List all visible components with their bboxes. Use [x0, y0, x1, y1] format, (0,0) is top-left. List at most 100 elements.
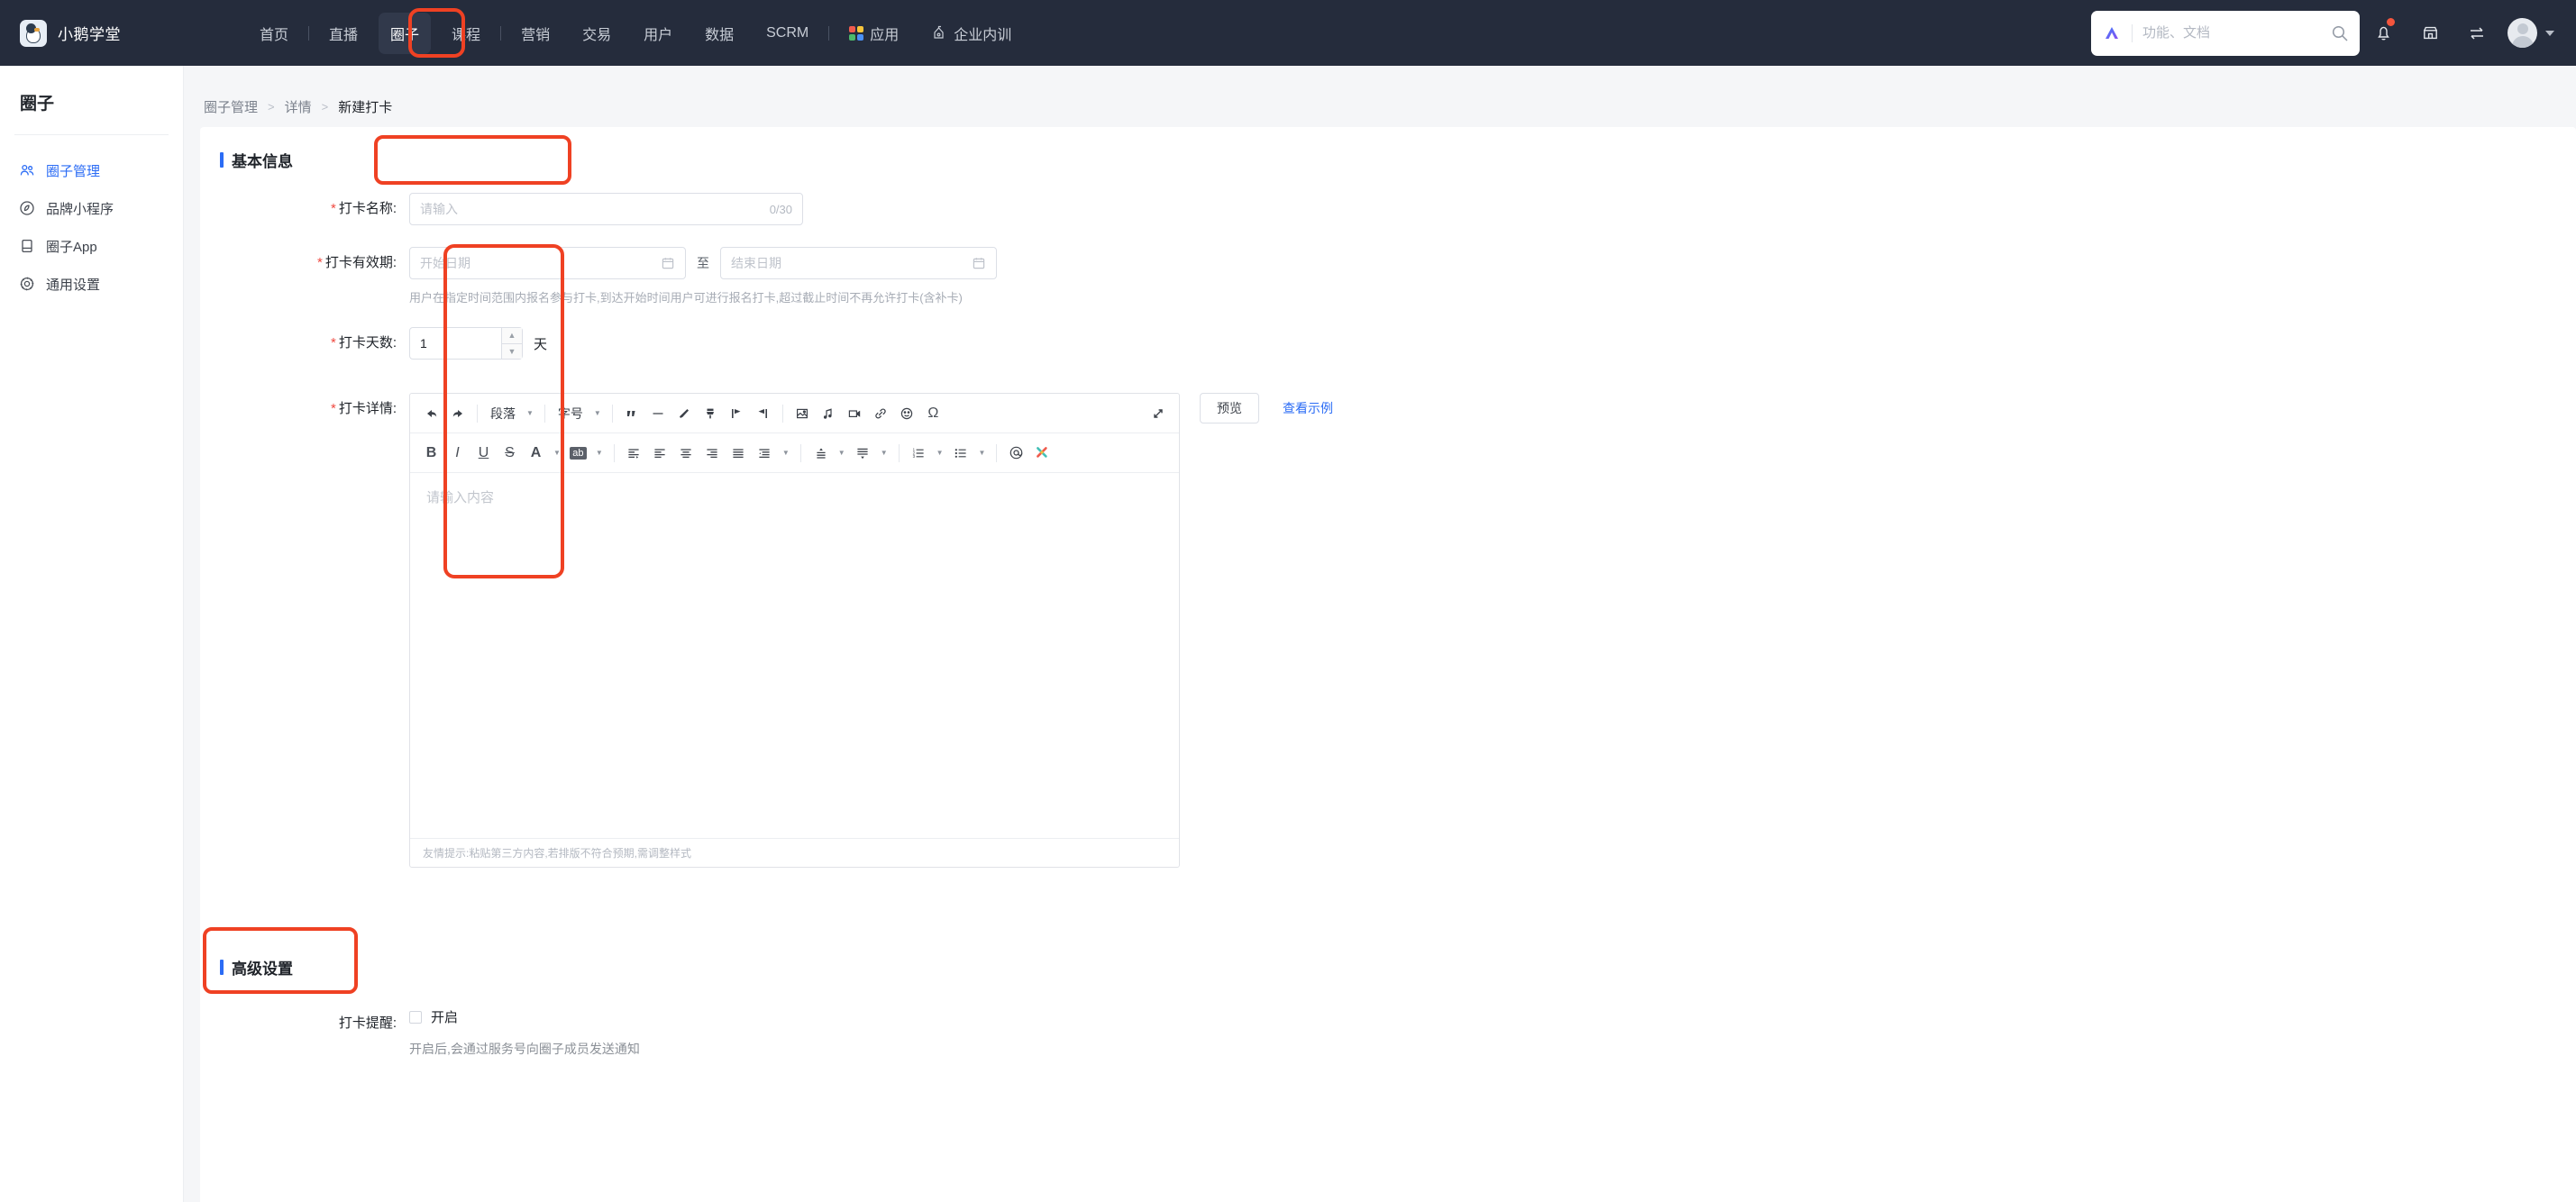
global-search-box[interactable] [2091, 10, 2360, 56]
nav-item-circle[interactable]: 圈子 [379, 12, 432, 54]
nav-item-data[interactable]: 数据 [689, 0, 750, 66]
nav-item-enterprise-training[interactable]: 企业内训 [915, 0, 1028, 66]
sidebar-item-circle-app[interactable]: 圈子App [0, 227, 183, 265]
editor-toolbar-row-2: B I U S A ▼ ab ▼ ▼ ▼ ▼ 1 2 3 ▼ ▼ [410, 433, 1179, 473]
fullscreen-icon[interactable] [1146, 401, 1170, 426]
chevron-down-icon[interactable]: ▼ [838, 449, 845, 457]
insert-before-icon[interactable] [725, 401, 749, 426]
nav-item-user[interactable]: 用户 [627, 0, 689, 66]
shop-button[interactable] [2407, 0, 2453, 66]
end-date-input-wrapper[interactable] [720, 247, 997, 279]
strikethrough-icon[interactable]: S [498, 441, 522, 466]
chevron-down-icon[interactable]: ▼ [553, 449, 561, 457]
reminder-checkbox[interactable] [409, 1010, 422, 1024]
underline-icon[interactable]: U [471, 441, 496, 466]
nav-item-apps[interactable]: 应用 [833, 0, 915, 66]
nav-item-scrm[interactable]: SCRM [750, 0, 825, 66]
chevron-down-icon[interactable]: ▼ [782, 449, 790, 457]
editor-content-area[interactable]: 请输入内容 [410, 473, 1179, 838]
nav-item-transaction[interactable]: 交易 [566, 0, 627, 66]
paragraph-style-dropdown[interactable]: 段落 [485, 401, 521, 426]
start-date-input[interactable] [420, 256, 661, 270]
nav-right-area [2091, 0, 2576, 66]
clear-format-icon[interactable] [1030, 441, 1055, 466]
emoji-icon[interactable] [895, 401, 919, 426]
checkin-name-input[interactable] [420, 202, 763, 216]
chevron-down-icon[interactable]: ▼ [936, 449, 944, 457]
insert-after-icon[interactable] [751, 401, 775, 426]
ordered-list-icon[interactable]: 123 [907, 441, 931, 466]
reminder-checkbox-row[interactable]: 开启 [409, 1007, 2576, 1026]
reminder-checkbox-label[interactable]: 开启 [431, 1007, 458, 1026]
checkin-days-input[interactable] [410, 336, 497, 351]
nav-item-course[interactable]: 课程 [435, 0, 497, 66]
indent-icon[interactable] [622, 441, 646, 466]
sidebar-item-circle-management[interactable]: 圈子管理 [0, 151, 183, 189]
calendar-icon[interactable] [661, 256, 675, 270]
align-left-icon[interactable] [648, 441, 672, 466]
breadcrumb-item-detail[interactable]: 详情 [285, 97, 312, 116]
indent-options-icon[interactable] [753, 441, 777, 466]
field-row-checkin-period: *打卡有效期: 至 [200, 247, 2576, 307]
eraser-icon[interactable] [672, 401, 697, 426]
search-input[interactable] [2142, 25, 2331, 41]
bold-icon[interactable]: B [419, 441, 443, 466]
redo-icon[interactable] [445, 401, 470, 426]
nav-item-marketing[interactable]: 营销 [505, 0, 566, 66]
font-size-dropdown[interactable]: 字号 [553, 401, 589, 426]
format-painter-icon[interactable] [699, 401, 723, 426]
chevron-down-icon[interactable]: ▼ [979, 449, 986, 457]
image-icon[interactable] [790, 401, 815, 426]
preview-button[interactable]: 预览 [1200, 393, 1259, 423]
nav-item-live[interactable]: 直播 [313, 0, 374, 66]
special-character-icon[interactable]: Ω [921, 401, 945, 426]
chevron-down-icon[interactable]: ▼ [881, 449, 888, 457]
label-checkin-detail: * 打卡详情: [330, 401, 397, 416]
end-date-input[interactable] [731, 256, 972, 270]
notifications-button[interactable] [2360, 0, 2407, 66]
stepper-decrement-button[interactable]: ▼ [502, 344, 522, 360]
link-icon[interactable] [869, 401, 893, 426]
toolbar-separator [613, 443, 615, 462]
italic-icon[interactable]: I [445, 441, 470, 466]
background-color-icon[interactable]: ab [566, 441, 590, 466]
align-center-icon[interactable] [674, 441, 699, 466]
switch-account-button[interactable] [2453, 0, 2500, 66]
sidebar-item-brand-miniprogram[interactable]: 品牌小程序 [0, 189, 183, 227]
font-color-icon[interactable]: A [524, 441, 548, 466]
breadcrumb-item-circle-management[interactable]: 圈子管理 [204, 97, 258, 116]
align-right-icon[interactable] [700, 441, 725, 466]
chevron-down-icon[interactable]: ▼ [526, 409, 534, 417]
stepper-increment-button[interactable]: ▲ [502, 328, 522, 344]
video-icon[interactable] [843, 401, 867, 426]
label-checkin-name: * 打卡名称: [330, 201, 397, 216]
audio-icon[interactable] [817, 401, 841, 426]
advanced-settings-section: 高级设置 打卡提醒: 开启 开启后,会通过服务号向圈子成员发送通知 [200, 927, 2576, 1058]
blockquote-icon[interactable] [620, 401, 644, 426]
chevron-down-icon[interactable]: ▼ [596, 449, 603, 457]
search-icon[interactable] [2331, 24, 2349, 42]
nav-divider [828, 25, 830, 41]
undo-icon[interactable] [419, 401, 443, 426]
nav-item-home[interactable]: 首页 [243, 0, 305, 66]
view-example-link[interactable]: 查看示例 [1283, 393, 1333, 423]
line-height-icon[interactable] [808, 441, 833, 466]
mention-icon[interactable] [1004, 441, 1028, 466]
brand-logo-area[interactable]: 小鹅学堂 [0, 19, 243, 47]
unordered-list-icon[interactable] [949, 441, 973, 466]
start-date-input-wrapper[interactable] [409, 247, 686, 279]
calendar-icon[interactable] [972, 256, 986, 270]
sidebar-item-general-settings[interactable]: 通用设置 [0, 265, 183, 303]
align-justify-icon[interactable] [726, 441, 751, 466]
checkin-name-input-wrapper[interactable]: 0/30 [409, 193, 803, 225]
rich-text-editor-row: 段落 ▼ 字号 ▼ Ω B I U S A ▼ ab ▼ ▼ ▼ ▼ 1 2 3… [409, 393, 2576, 868]
date-range-picker: 至 [409, 247, 2576, 279]
horizontal-rule-icon[interactable] [646, 401, 671, 426]
chevron-down-icon[interactable]: ▼ [594, 409, 601, 417]
paragraph-spacing-icon[interactable] [851, 441, 875, 466]
chevron-down-icon[interactable] [2545, 30, 2554, 36]
checkin-days-input-wrapper[interactable]: ▲ ▼ [409, 327, 523, 360]
sidebar-item-label: 圈子App [46, 239, 97, 255]
avatar[interactable] [2507, 18, 2537, 48]
toolbar-separator [781, 404, 783, 423]
